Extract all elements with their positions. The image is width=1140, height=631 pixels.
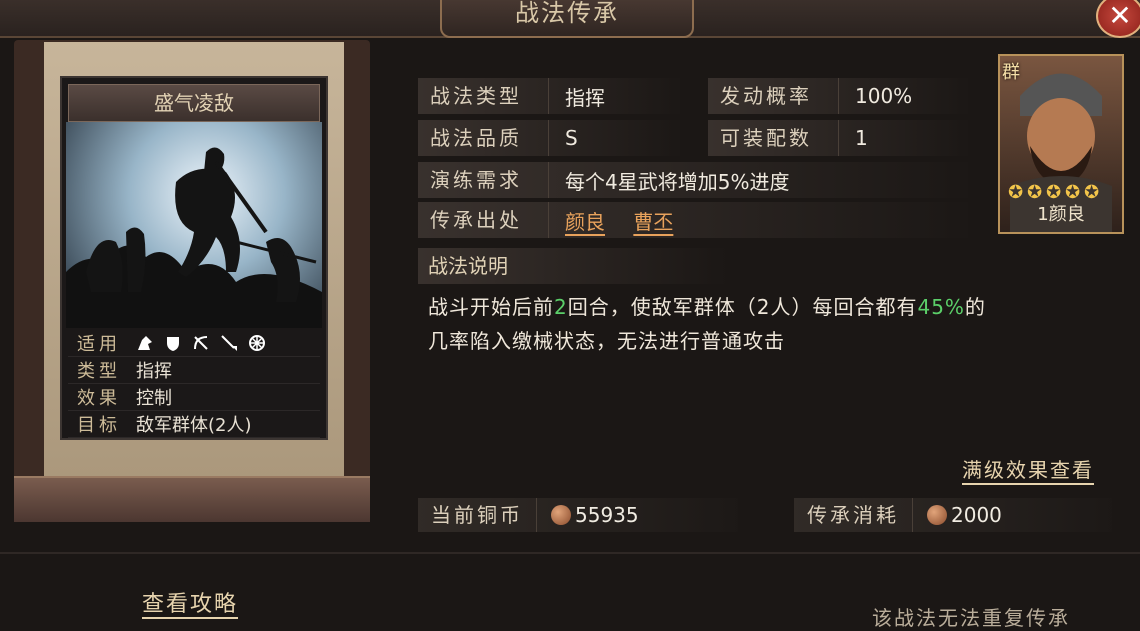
attr-row-train: 演练需求 每个4星武将增加5%进度 [418,162,968,198]
wheel-icon [249,335,265,351]
faction-badge: 群 [1002,62,1020,83]
attr-key: 演练需求 [418,162,549,198]
skill-card: 盛气凌敌 适用 类型 指挥 效果 控制 目标 敌军群体(2人) [60,76,328,440]
origin-link-yanliang[interactable]: 颜良 [565,210,605,234]
scroll-bottom-band [14,476,370,522]
attr-row-type: 战法类型 指挥 [418,78,680,114]
meta-key: 效果 [77,388,121,409]
current-coins-value: 55935 [575,503,639,527]
attr-value: 100% [855,84,913,108]
attr-value: 每个4星武将增加5%进度 [565,169,790,194]
description-title: 战法说明 [418,248,728,284]
skill-card-name: 盛气凌敌 [68,84,320,122]
meta-row-target: 目标 敌军群体(2人) [68,411,320,438]
meta-row-type: 类型 指挥 [68,357,320,384]
window-title: 战法传承 [440,0,694,38]
origin-list: 颜良 曹丕 [549,206,695,235]
desc-part: 回合，使敌军群体（2人）每回合都有 [567,295,918,319]
cost-key: 当前铜币 [418,498,537,532]
attr-row-equip: 可装配数 1 [708,120,968,156]
shield-icon [167,337,179,351]
meta-value: 敌军群体(2人) [136,415,252,436]
general-portrait[interactable]: 群 ✪ ✪ ✪ ✪ ✪ 1颜良 [998,54,1124,234]
meta-key: 适用 [77,334,121,355]
meta-key: 目标 [77,415,121,436]
divider [0,552,1140,554]
inherit-cost-value: 2000 [951,503,1002,527]
full-effect-link[interactable]: 满级效果查看 [962,454,1094,483]
skill-description: 战法说明 战斗开始后前2回合，使敌军群体（2人）每回合都有45%的 几率陷入缴械… [418,248,1118,438]
attr-row-origin: 传承出处 颜良 曹丕 [418,202,968,238]
meta-value: 指挥 [136,361,172,382]
inherit-cost-row: 传承消耗 2000 [794,498,1112,532]
attr-key: 传承出处 [418,202,549,238]
cannot-inherit-notice: 该战法无法重复传承 [872,606,1070,630]
battle-silhouette-image [66,147,322,328]
copper-coin-icon [551,505,571,525]
skill-card-illustration [66,122,322,328]
current-coins-row: 当前铜币 55935 [418,498,738,532]
unit-type-icons [130,334,266,352]
attr-key: 可装配数 [708,120,839,156]
spear-icon [221,335,237,351]
attr-row-quality: 战法品质 S [418,120,680,156]
desc-part: 的 [964,295,986,319]
cavalry-icon [138,336,152,350]
meta-value: 控制 [136,388,172,409]
description-text: 战斗开始后前2回合，使敌军群体（2人）每回合都有45%的 几率陷入缴械状态，无法… [418,290,1118,358]
attr-key: 发动概率 [708,78,839,114]
view-guide-link[interactable]: 查看攻略 [142,586,238,618]
meta-row-effect: 效果 控制 [68,384,320,411]
general-name: 1颜良 [1037,204,1085,225]
desc-line2: 几率陷入缴械状态，无法进行普通攻击 [428,329,785,353]
meta-key: 类型 [77,361,121,382]
attr-row-chance: 发动概率 100% [708,78,968,114]
attr-value: S [565,126,578,150]
desc-highlight-rounds: 2 [554,295,568,319]
attr-value: 指挥 [565,85,605,110]
attr-value: 1 [855,126,868,150]
attr-key: 战法品质 [418,120,549,156]
copper-coin-icon [927,505,947,525]
meta-row-applicable: 适用 [68,330,320,357]
skill-card-meta: 适用 类型 指挥 效果 控制 目标 敌军群体(2人) [68,330,320,438]
desc-part: 战斗开始后前 [428,295,554,319]
desc-highlight-percent: 45% [917,295,965,319]
attr-key: 战法类型 [418,78,549,114]
cost-key: 传承消耗 [794,498,913,532]
origin-link-caopi[interactable]: 曹丕 [633,210,673,234]
bow-icon [194,336,208,350]
